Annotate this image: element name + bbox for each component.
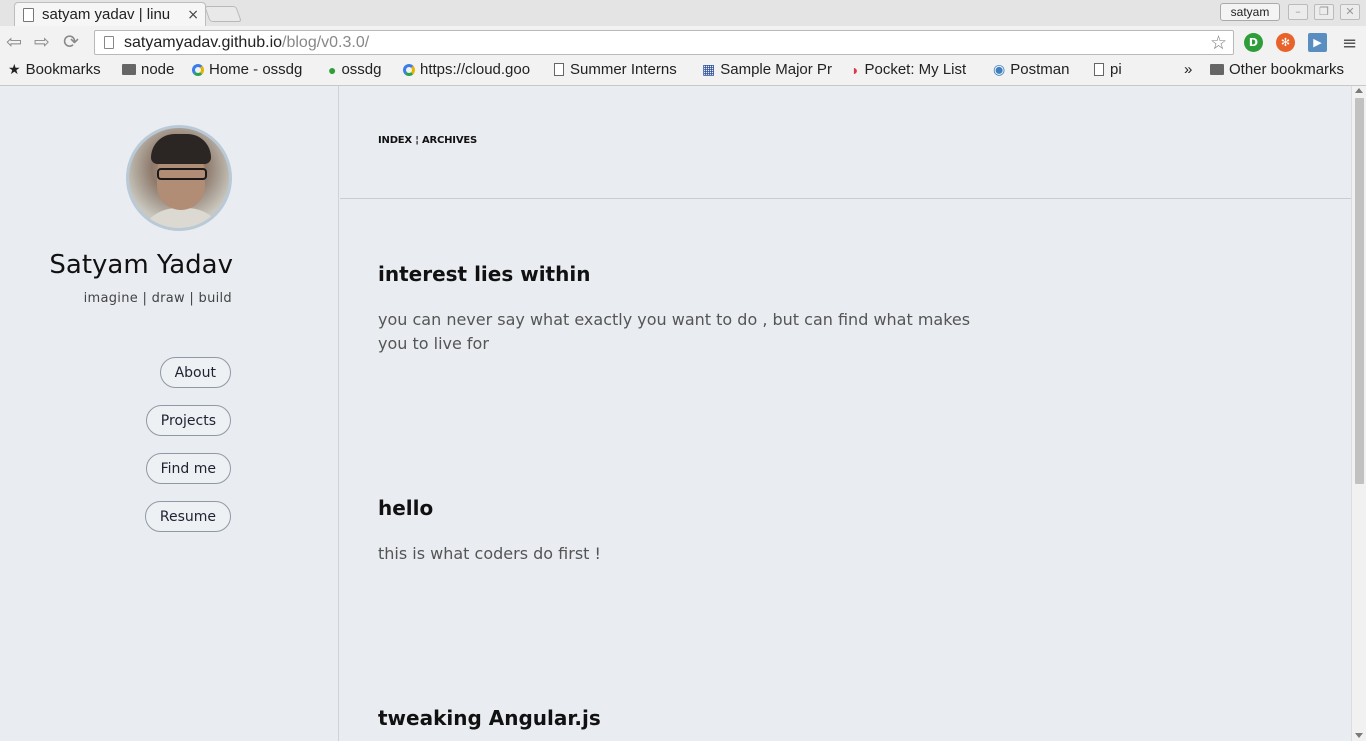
bookmark-label: Pocket: My List <box>864 61 967 78</box>
site-author-name[interactable]: Satyam Yadav <box>0 250 233 280</box>
url-path: /blog/v0.3.0/ <box>282 33 370 51</box>
browser-toolbar: ⇦ ⇨ ⟳ satyamyadav.github.io/blog/v0.3.0/… <box>0 28 1366 58</box>
profile-badge[interactable]: satyam <box>1220 3 1280 21</box>
folder-icon <box>1210 64 1224 75</box>
bookmark-label: pi <box>1110 61 1122 78</box>
avatar-glasses <box>157 168 207 180</box>
ext-green-icon[interactable]: D <box>1244 33 1263 52</box>
bookmark-label: Summer Interns <box>570 61 677 78</box>
page-icon <box>23 7 34 22</box>
bookmark-label: Other bookmarks <box>1229 61 1345 78</box>
bookmark-cloud-google[interactable]: https://cloud.goo <box>403 61 541 78</box>
page-scrollbar[interactable] <box>1351 86 1366 741</box>
forward-arrow-icon[interactable]: ⇨ <box>34 31 50 53</box>
url-text[interactable]: satyamyadav.github.io/blog/v0.3.0/ <box>124 34 1210 52</box>
bookmark-star-icon[interactable]: ☆ <box>1210 32 1227 54</box>
bookmark-label: Sample Major Pr <box>720 61 832 78</box>
bookmark-node[interactable]: node <box>122 61 174 78</box>
bookmark-other[interactable]: Other bookmarks <box>1210 61 1344 78</box>
google-icon <box>192 63 204 76</box>
scroll-down-icon[interactable] <box>1355 733 1363 738</box>
post-excerpt: this is what coders do first ! <box>378 544 601 563</box>
bookmarks-overflow-chevron-icon[interactable]: » <box>1184 61 1192 78</box>
post-excerpt: you can never say what exactly you want … <box>378 310 971 353</box>
bookmark-label: Postman <box>1010 61 1070 78</box>
back-arrow-icon[interactable]: ⇦ <box>6 31 22 53</box>
address-bar[interactable]: satyamyadav.github.io/blog/v0.3.0/ ☆ <box>94 30 1234 55</box>
globe-icon: ◉ <box>993 61 1006 77</box>
scroll-up-icon[interactable] <box>1355 88 1363 93</box>
bookmark-label: node <box>141 61 175 78</box>
projects-button[interactable]: Projects <box>145 405 231 436</box>
post-title[interactable]: tweaking Angular.js <box>378 706 601 730</box>
bookmark-label: Bookmarks <box>25 61 101 78</box>
find-me-button[interactable]: Find me <box>145 453 231 484</box>
folder-icon <box>122 64 136 75</box>
bookmark-label: ossdg <box>341 61 382 78</box>
bookmark-label: Home - ossdg <box>209 61 303 78</box>
post-title[interactable]: hello <box>378 496 433 520</box>
github-icon: ● <box>328 61 337 78</box>
browser-chrome: satyam yadav | linu × satyam – ❐ ✕ ⇦ ⇨ ⟳… <box>0 0 1366 86</box>
page-icon <box>104 36 114 49</box>
tab-active[interactable]: satyam yadav | linu × <box>14 2 206 26</box>
resume-button[interactable]: Resume <box>144 501 231 532</box>
avatar <box>126 125 232 231</box>
avatar-hair <box>151 134 211 164</box>
site-tagline: imagine | draw | build <box>83 291 232 306</box>
ext-cast-icon[interactable]: ▶ <box>1308 33 1327 52</box>
new-tab-button[interactable] <box>204 6 242 22</box>
breadcrumb[interactable]: INDEX ¦ ARCHIVES <box>378 135 477 146</box>
bookmark-bookmarks[interactable]: ★ Bookmarks <box>8 61 101 78</box>
about-button[interactable]: About <box>159 357 231 388</box>
sidebar: Satyam Yadav imagine | draw | build Abou… <box>0 86 339 741</box>
bookmark-pi[interactable]: pi <box>1094 61 1122 78</box>
bookmarks-bar: ★ Bookmarks node Home - ossdg ● ossdg http… <box>0 58 1366 82</box>
bookmark-summer-interns[interactable]: Summer Interns <box>554 61 692 78</box>
avatar-shirt <box>137 208 227 228</box>
ext-orange-icon[interactable]: ✻ <box>1276 33 1295 52</box>
bookmark-home-ossdg[interactable]: Home - ossdg <box>192 61 302 78</box>
google-icon <box>403 63 415 76</box>
bookmark-pocket[interactable]: ◗ Pocket: My List <box>851 61 966 78</box>
bookmark-ossdg[interactable]: ● ossdg <box>328 61 382 78</box>
bookmark-label: https://cloud.goo <box>420 61 531 78</box>
menu-icon[interactable]: ≡ <box>1342 33 1357 54</box>
web-page: Satyam Yadav imagine | draw | build Abou… <box>0 86 1366 741</box>
post-title[interactable]: interest lies within <box>378 262 590 286</box>
reload-icon[interactable]: ⟳ <box>63 31 79 53</box>
tab-title: satyam yadav | linu <box>42 6 171 23</box>
divider <box>340 198 1351 199</box>
star-icon: ★ <box>8 61 21 77</box>
main-content: INDEX ¦ ARCHIVES interest lies within yo… <box>340 86 1351 741</box>
pocket-icon: ◗ <box>851 61 860 78</box>
minimize-button[interactable]: – <box>1288 4 1308 20</box>
grid-icon: ▦ <box>702 61 716 77</box>
scrollbar-thumb[interactable] <box>1355 98 1364 484</box>
bookmark-postman[interactable]: ◉ Postman <box>993 61 1069 78</box>
document-icon <box>554 63 564 76</box>
url-host: satyamyadav.github.io <box>124 33 283 51</box>
tab-strip: satyam yadav | linu × satyam – ❐ ✕ <box>0 0 1366 26</box>
document-icon <box>1094 63 1104 76</box>
maximize-button[interactable]: ❐ <box>1314 4 1334 20</box>
close-window-button[interactable]: ✕ <box>1340 4 1360 20</box>
tab-close-icon[interactable]: × <box>187 7 199 23</box>
bookmark-sample-major[interactable]: ▦ Sample Major Pr <box>702 61 840 78</box>
